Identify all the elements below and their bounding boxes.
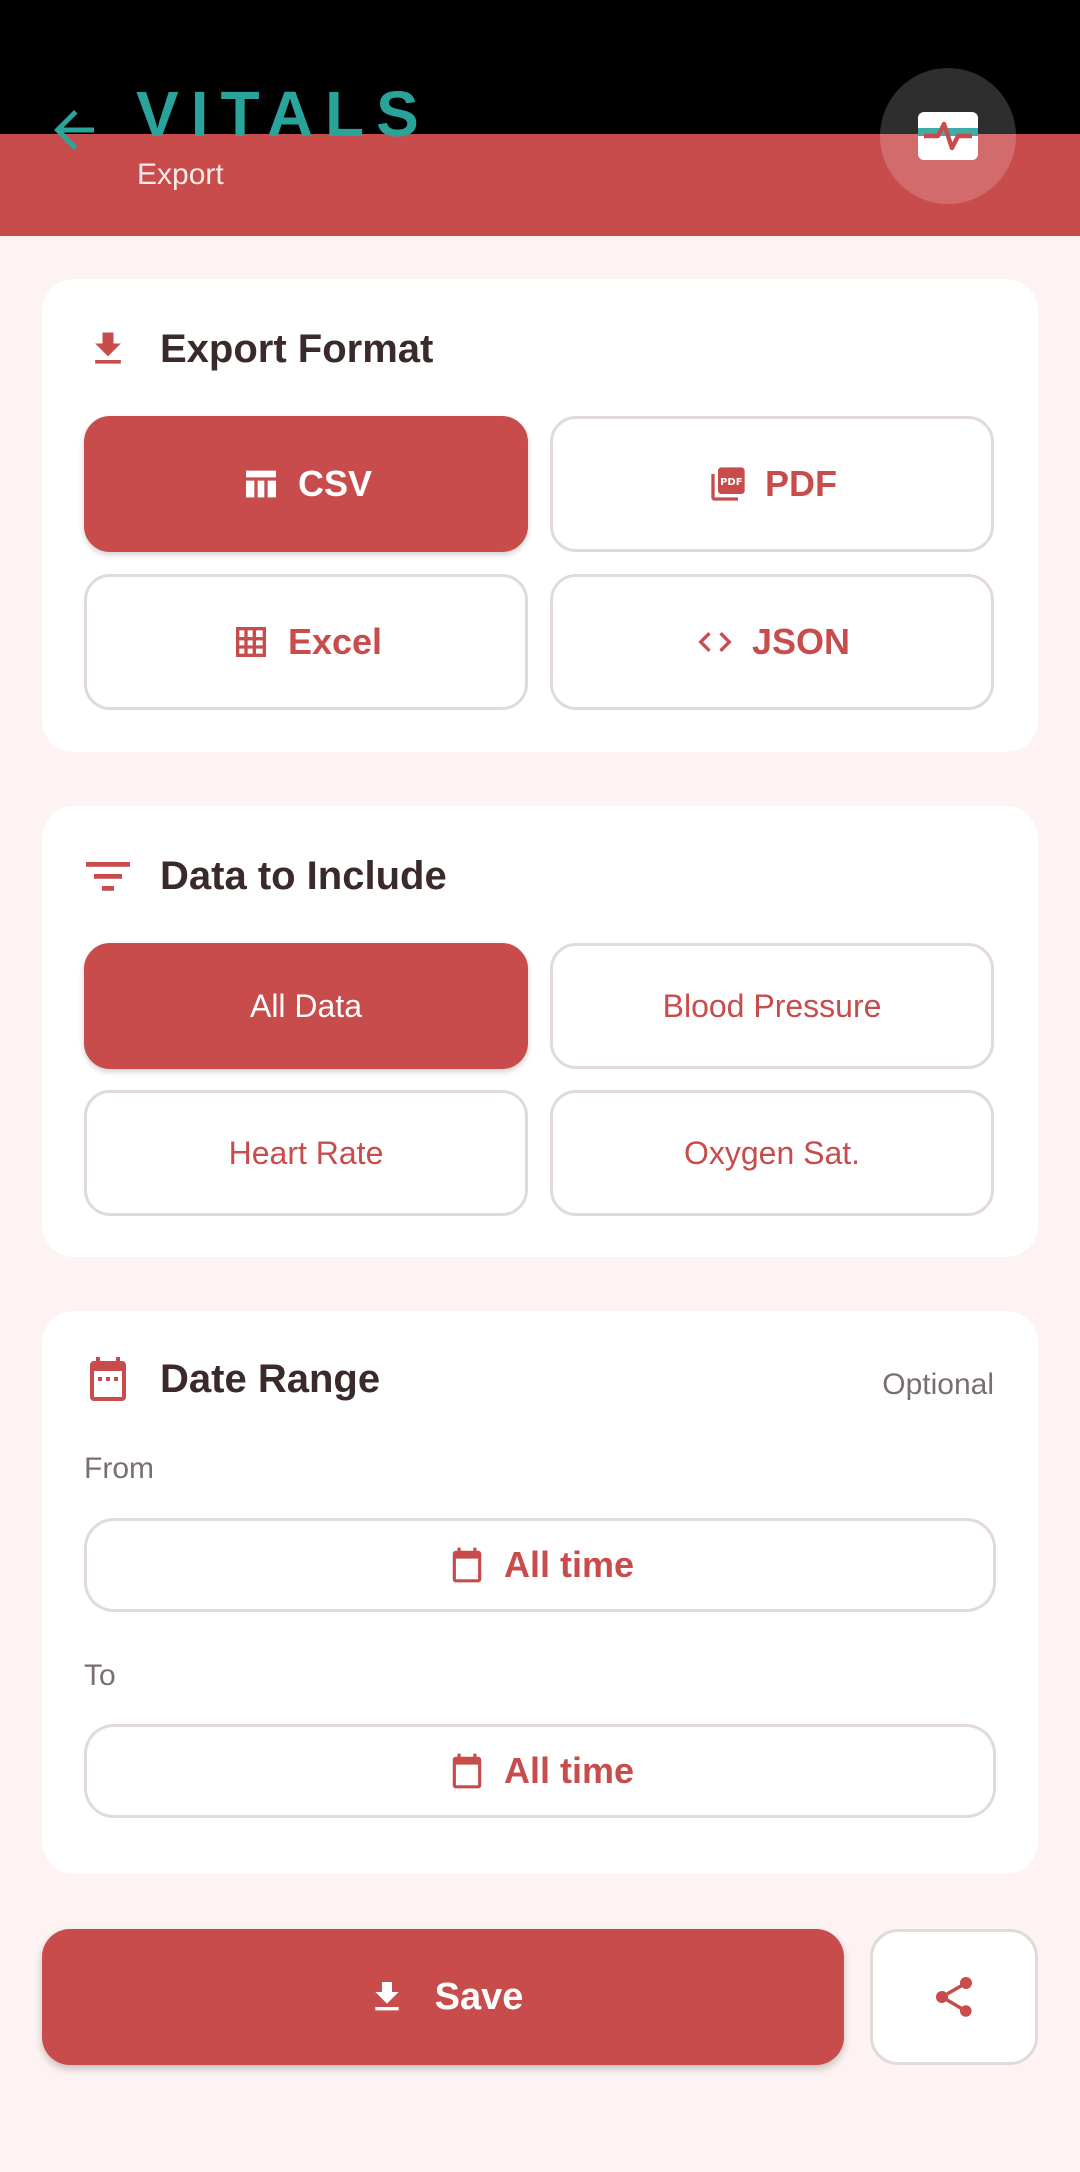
share-button[interactable] bbox=[870, 1929, 1038, 2065]
format-option-label: JSON bbox=[751, 621, 851, 662]
table-icon bbox=[240, 463, 282, 505]
grid-icon bbox=[230, 621, 272, 663]
export-format-card: Export Format CSV PDF PDF Excel JSON bbox=[42, 279, 1038, 752]
save-button-label: Save bbox=[434, 1975, 524, 2018]
format-option-csv[interactable]: CSV bbox=[84, 416, 528, 552]
data-include-header: Data to Include bbox=[84, 852, 447, 900]
heartbeat-monitor-icon bbox=[918, 112, 978, 160]
svg-text:PDF: PDF bbox=[720, 477, 742, 488]
to-date-value: All time bbox=[503, 1750, 635, 1791]
format-option-label: PDF bbox=[765, 463, 837, 504]
date-range-title: Date Range bbox=[160, 1356, 381, 1401]
download-icon bbox=[363, 1973, 411, 2021]
download-icon bbox=[84, 325, 132, 373]
app-logo[interactable] bbox=[880, 68, 1016, 204]
data-option-heart-rate[interactable]: Heart Rate bbox=[84, 1090, 528, 1216]
code-icon bbox=[694, 621, 736, 663]
export-format-header: Export Format bbox=[84, 325, 433, 373]
filter-icon bbox=[84, 852, 132, 900]
pdf-icon: PDF bbox=[707, 463, 749, 505]
date-range-card: Date Range Optional From All time To All… bbox=[42, 1311, 1038, 1874]
data-option-blood-pressure[interactable]: Blood Pressure bbox=[550, 943, 994, 1069]
date-range-header: Date Range bbox=[84, 1355, 380, 1403]
format-option-label: Excel bbox=[287, 621, 383, 662]
from-date-value: All time bbox=[503, 1544, 635, 1585]
format-option-json[interactable]: JSON bbox=[550, 574, 994, 710]
to-label: To bbox=[84, 1659, 116, 1692]
page-subtitle: Export bbox=[137, 158, 224, 191]
from-label: From bbox=[84, 1452, 154, 1485]
data-option-oxygen[interactable]: Oxygen Sat. bbox=[550, 1090, 994, 1216]
format-option-label: CSV bbox=[297, 463, 373, 504]
data-option-label: Blood Pressure bbox=[662, 987, 882, 1024]
save-button[interactable]: Save bbox=[42, 1929, 844, 2065]
app-title: VITALS bbox=[136, 78, 431, 150]
calendar-icon bbox=[446, 1544, 488, 1586]
back-button[interactable] bbox=[44, 100, 104, 160]
from-date-button[interactable]: All time bbox=[84, 1518, 996, 1612]
to-date-button[interactable]: All time bbox=[84, 1724, 996, 1818]
arrow-left-icon bbox=[54, 110, 94, 150]
export-format-title: Export Format bbox=[160, 326, 434, 371]
calendar-icon bbox=[84, 1355, 132, 1403]
data-option-label: All Data bbox=[249, 987, 363, 1024]
data-option-all[interactable]: All Data bbox=[84, 943, 528, 1069]
format-option-pdf[interactable]: PDF PDF bbox=[550, 416, 994, 552]
share-icon bbox=[936, 1977, 972, 2017]
data-include-title: Data to Include bbox=[160, 853, 447, 898]
data-include-card: Data to Include All Data Blood Pressure … bbox=[42, 806, 1038, 1257]
data-option-label: Oxygen Sat. bbox=[683, 1134, 861, 1171]
data-option-label: Heart Rate bbox=[228, 1134, 384, 1171]
optional-label: Optional bbox=[882, 1368, 994, 1401]
format-option-excel[interactable]: Excel bbox=[84, 574, 528, 710]
calendar-icon bbox=[446, 1750, 488, 1792]
